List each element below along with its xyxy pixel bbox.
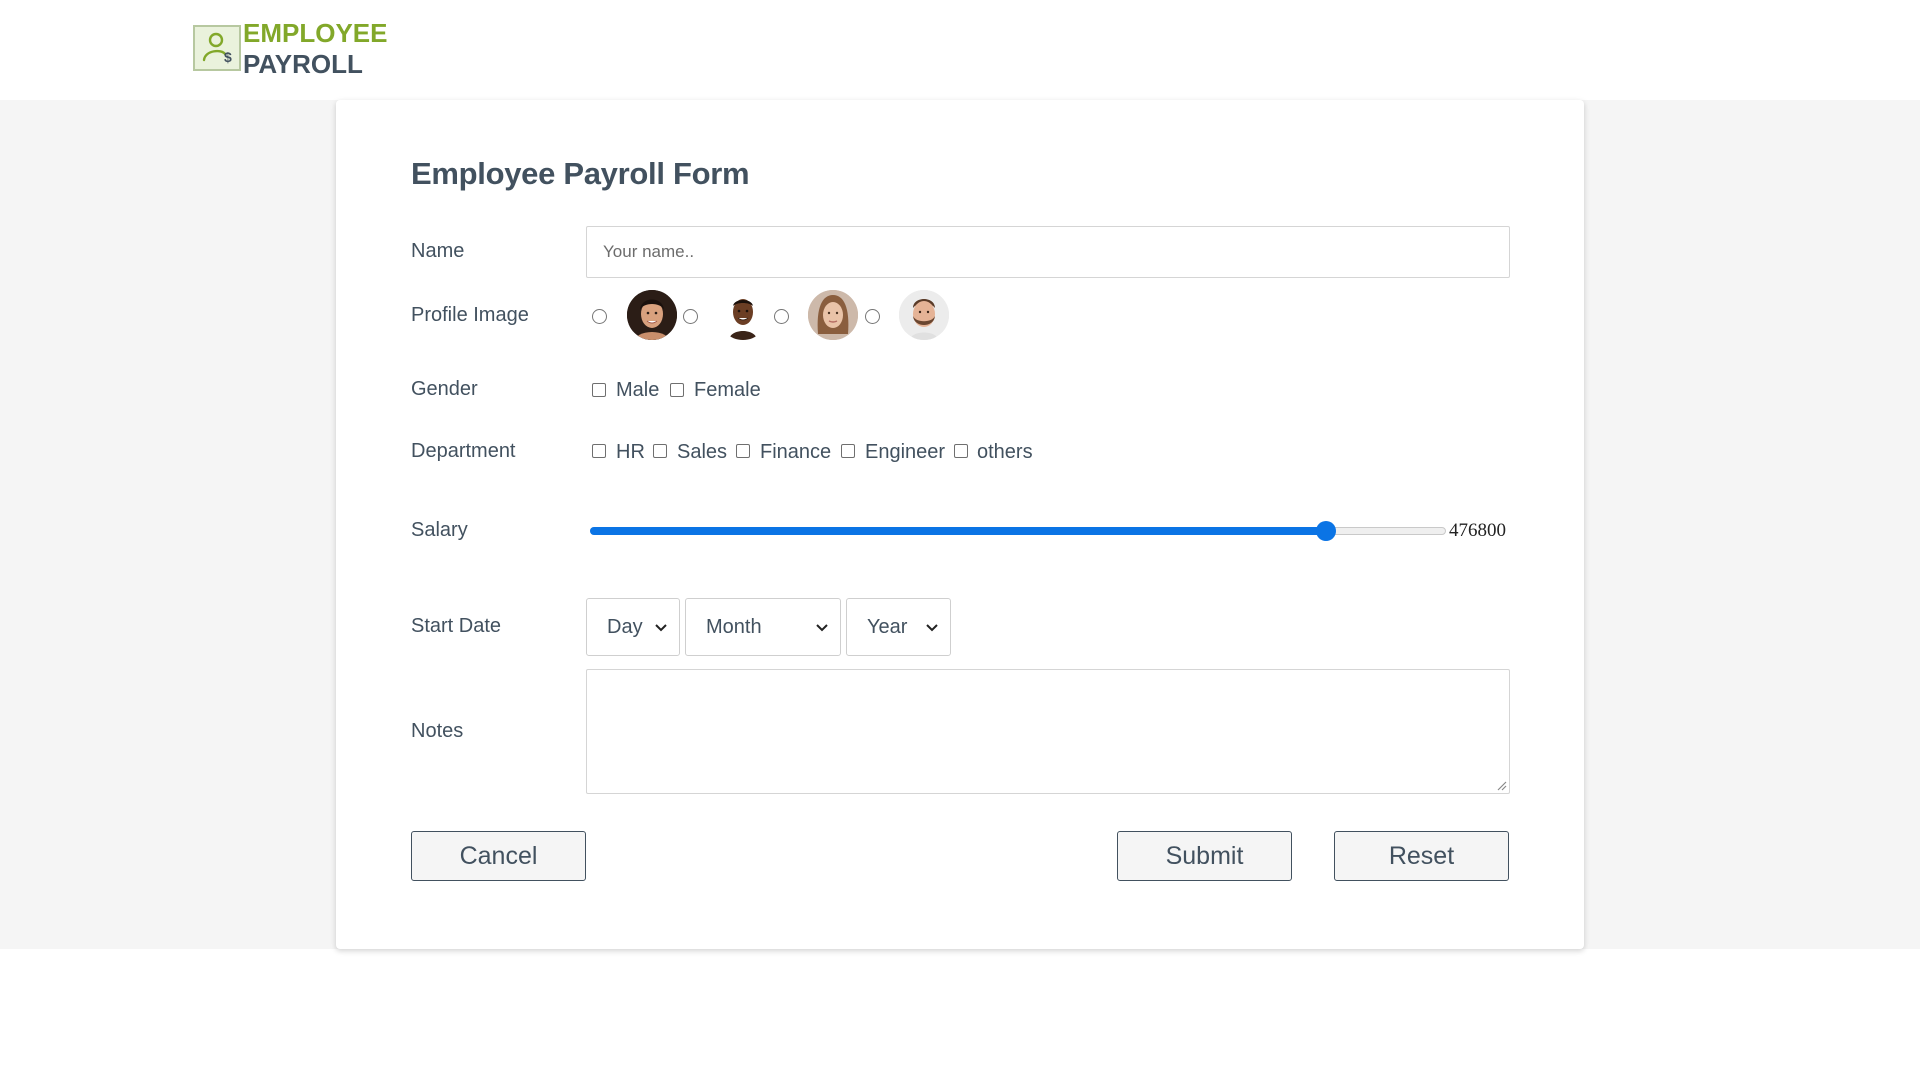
profile-image-radio-2[interactable] [683, 309, 698, 324]
gender-label: Gender [411, 378, 478, 400]
logo[interactable]: $ EMPLOYEE PAYROLL [193, 18, 387, 80]
reset-button[interactable]: Reset [1334, 831, 1509, 881]
profile-image-radio-1[interactable] [592, 309, 607, 324]
chevron-down-icon [655, 624, 667, 632]
gender-male-label[interactable]: Male [616, 379, 659, 402]
department-finance-label[interactable]: Finance [760, 441, 831, 464]
logo-text: EMPLOYEE PAYROLL [243, 18, 387, 80]
start-day-value: Day [607, 615, 643, 638]
department-hr-label[interactable]: HR [616, 441, 645, 464]
gender-female-label[interactable]: Female [694, 379, 761, 402]
header: $ EMPLOYEE PAYROLL [0, 0, 1920, 100]
avatar-man-dark-skin-icon[interactable] [718, 290, 768, 340]
salary-slider-fill [590, 527, 1327, 535]
department-others-checkbox[interactable] [954, 444, 968, 458]
department-hr-checkbox[interactable] [592, 444, 606, 458]
start-day-select[interactable]: Day [586, 598, 680, 656]
start-date-label: Start Date [411, 615, 502, 637]
profile-image-radio-4[interactable] [865, 309, 880, 324]
department-finance-checkbox[interactable] [736, 444, 750, 458]
start-year-value: Year [867, 615, 908, 638]
department-sales-label[interactable]: Sales [677, 441, 727, 464]
avatar-woman-dark-hair-icon[interactable] [627, 290, 677, 340]
avatar-woman-light-brown-hair-icon[interactable] [808, 290, 858, 340]
avatar-man-beard-icon[interactable] [899, 290, 949, 340]
chevron-down-icon [926, 624, 938, 632]
name-label: Name [411, 240, 465, 262]
gender-female-checkbox[interactable] [670, 383, 684, 397]
notes-label: Notes [411, 720, 464, 742]
start-month-select[interactable]: Month [685, 598, 841, 656]
name-input[interactable] [586, 226, 1510, 278]
salary-label: Salary [411, 519, 468, 541]
department-sales-checkbox[interactable] [653, 444, 667, 458]
form-title: Employee Payroll Form [411, 156, 750, 191]
logo-line1: EMPLOYEE [243, 18, 388, 48]
profile-image-label: Profile Image [411, 304, 529, 326]
resize-grip-icon[interactable] [1495, 779, 1507, 791]
department-engineer-label[interactable]: Engineer [865, 441, 945, 464]
profile-image-radio-3[interactable] [774, 309, 789, 324]
salary-value: 476800 [1449, 520, 1506, 541]
start-year-select[interactable]: Year [846, 598, 951, 656]
department-others-label[interactable]: others [977, 441, 1033, 464]
gender-male-checkbox[interactable] [592, 383, 606, 397]
cancel-button[interactable]: Cancel [411, 831, 586, 881]
submit-button[interactable]: Submit [1117, 831, 1292, 881]
logo-line2: PAYROLL [243, 49, 363, 79]
notes-textarea[interactable] [586, 669, 1510, 794]
department-engineer-checkbox[interactable] [841, 444, 855, 458]
employee-payroll-icon: $ [193, 25, 241, 71]
start-month-value: Month [706, 615, 762, 638]
department-label: Department [411, 440, 516, 462]
svg-text:$: $ [224, 49, 232, 65]
chevron-down-icon [816, 624, 828, 632]
